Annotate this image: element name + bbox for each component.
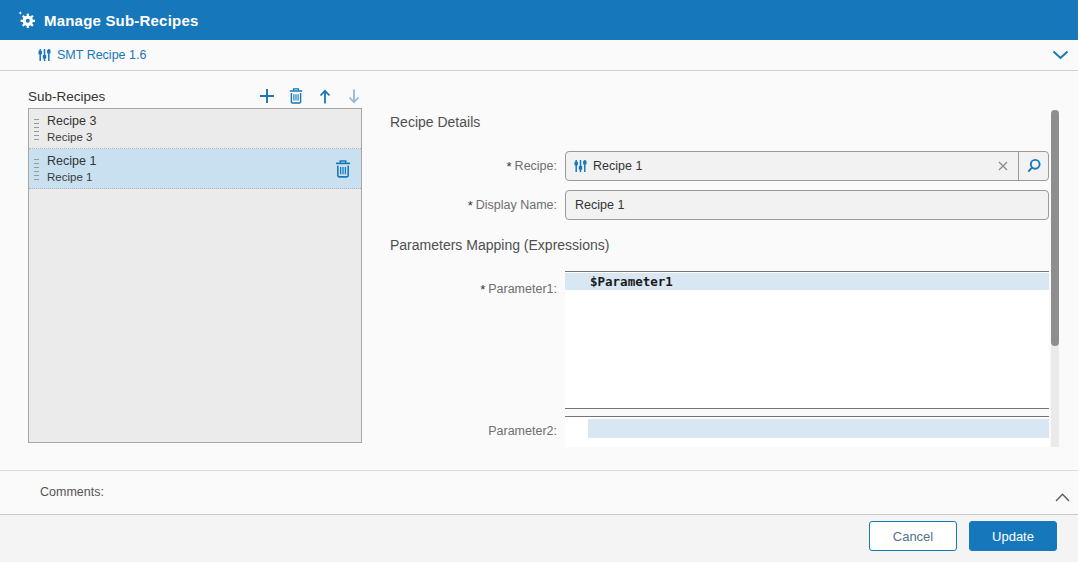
- parameter2-label: Parameter2:: [390, 422, 557, 440]
- parameter1-expression-editor[interactable]: $Parameter1: [565, 271, 1049, 409]
- comments-label: Comments:: [40, 485, 104, 499]
- sub-recipe-name: Recipe 1: [47, 153, 353, 170]
- active-line-highlight: [588, 419, 1049, 438]
- recipe-details-heading: Recipe Details: [390, 114, 480, 130]
- dialog-title: Manage Sub-Recipes: [44, 12, 198, 29]
- display-name-value: Recipe 1: [575, 198, 624, 212]
- move-down-button[interactable]: [345, 88, 362, 105]
- chevron-up-icon[interactable]: [1055, 488, 1070, 506]
- dialog-titlebar: Manage Sub-Recipes: [0, 0, 1078, 40]
- gear-icon: [18, 11, 36, 29]
- parent-recipe-bar[interactable]: SMT Recipe 1.6: [0, 40, 1078, 71]
- cancel-button[interactable]: Cancel: [869, 521, 957, 551]
- drag-handle[interactable]: [34, 119, 39, 140]
- recipe-value: Recipe 1: [593, 159, 642, 173]
- scrollbar[interactable]: [1051, 110, 1059, 447]
- delete-row-icon[interactable]: [335, 160, 351, 178]
- required-marker: *: [480, 282, 485, 297]
- parameter2-expression-editor[interactable]: [565, 416, 1049, 447]
- search-recipe-button[interactable]: [1018, 152, 1048, 180]
- drag-handle[interactable]: [34, 159, 39, 180]
- parameter1-expression: $Parameter1: [590, 274, 673, 289]
- parent-recipe-name: SMT Recipe 1.6: [57, 48, 146, 62]
- add-sub-recipe-button[interactable]: [258, 88, 275, 105]
- scrollbar-thumb[interactable]: [1051, 110, 1059, 346]
- sub-recipe-display: Recipe 1: [47, 170, 353, 185]
- display-name-input[interactable]: Recipe 1: [565, 190, 1049, 220]
- parameter1-label: * Parameter1:: [390, 280, 557, 298]
- sliders-icon: [574, 159, 587, 173]
- list-item[interactable]: Recipe 3 Recipe 3: [29, 109, 361, 149]
- sub-recipe-display: Recipe 3: [47, 130, 353, 145]
- sub-recipes-heading: Sub-Recipes: [28, 89, 246, 104]
- sliders-icon: [38, 48, 51, 62]
- display-name-label: * Display Name:: [390, 190, 557, 220]
- recipe-label: * Recipe:: [390, 151, 557, 181]
- parameters-heading: Parameters Mapping (Expressions): [390, 237, 609, 253]
- list-item[interactable]: Recipe 1 Recipe 1: [29, 149, 361, 189]
- recipe-input[interactable]: Recipe 1: [565, 151, 1049, 181]
- required-marker: *: [507, 159, 512, 174]
- delete-sub-recipe-button[interactable]: [287, 88, 304, 105]
- comments-section: Comments:: [0, 470, 1078, 514]
- move-up-button[interactable]: [316, 88, 333, 105]
- update-button[interactable]: Update: [969, 521, 1057, 551]
- sub-recipe-name: Recipe 3: [47, 113, 353, 130]
- footer: Cancel Update: [0, 514, 1078, 562]
- clear-icon[interactable]: [994, 157, 1012, 175]
- chevron-down-icon[interactable]: [1052, 50, 1069, 60]
- sub-recipes-list: Recipe 3 Recipe 3 Recipe 1 Recipe 1: [28, 108, 362, 443]
- manage-sub-recipes-dialog: Manage Sub-Recipes SMT Recipe 1.6 Sub-Re…: [0, 0, 1078, 562]
- required-marker: *: [468, 198, 473, 213]
